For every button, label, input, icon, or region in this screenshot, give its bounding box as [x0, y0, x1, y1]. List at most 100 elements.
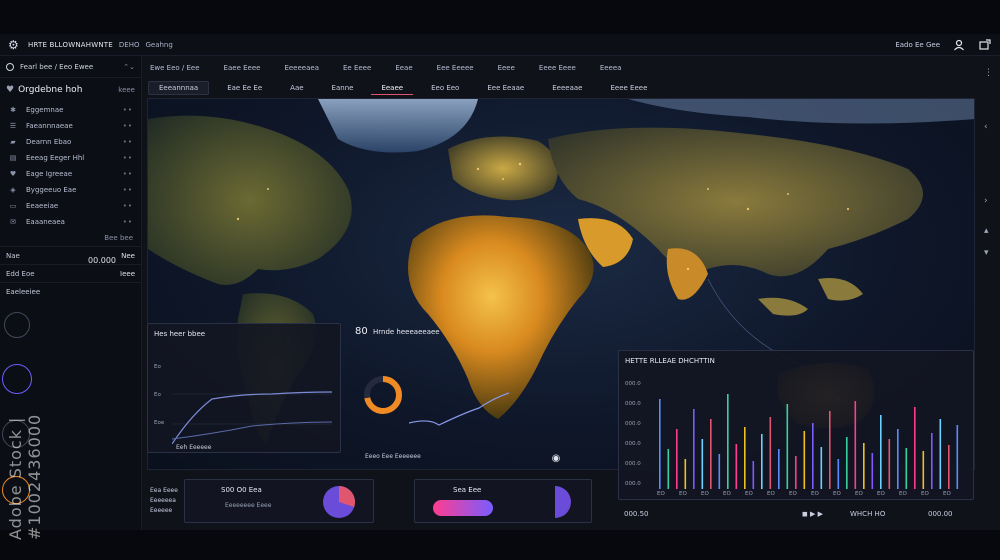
settings-icon[interactable]: ◉: [549, 451, 563, 465]
sidebar-item-label: Eage Igreeae: [26, 170, 73, 178]
tab[interactable]: Eaee Eeee: [224, 64, 261, 72]
watermark: Adobe Stock | #1002436000: [6, 413, 44, 540]
arctic-ice: [628, 99, 974, 124]
sidebar-header-label: Fearl bee / Eeo Ewee: [20, 62, 94, 71]
chevron-right-icon[interactable]: ›: [984, 196, 998, 210]
x-tick: EO: [767, 491, 775, 497]
sidebar-item[interactable]: ☰ Faeannnaeae ••: [0, 118, 141, 134]
more-icon[interactable]: ••: [123, 218, 133, 226]
gear-logo-icon[interactable]: ⚙: [8, 38, 22, 52]
settings-icon: ✱: [10, 106, 16, 114]
card-icon: ▭: [9, 202, 17, 210]
sub-tab[interactable]: Eeee Eeee: [600, 81, 657, 95]
sidebar-item[interactable]: ▤ Eeeag Eeger Hhl ••: [0, 150, 141, 166]
x-tick: EO: [899, 491, 907, 497]
x-tick: EO: [789, 491, 797, 497]
tab[interactable]: Eeeeeaea: [284, 64, 319, 72]
y-tick: Eoe: [154, 420, 165, 426]
more-icon[interactable]: ••: [123, 186, 133, 194]
tab[interactable]: Eeae: [395, 64, 412, 72]
sidebar-item-label: Eeeag Eeger Hhl: [26, 154, 85, 162]
collapse-icon[interactable]: ⌃⌄: [123, 63, 135, 71]
bar: [769, 417, 772, 489]
sub-tab[interactable]: Eeeeaae: [542, 81, 592, 95]
bar: [735, 444, 738, 489]
app-subtitle[interactable]: DEHO: [119, 41, 140, 49]
bar: [727, 394, 729, 489]
row3-left: Eaeleeiee: [6, 287, 41, 296]
sidebar-footer-link[interactable]: Bee bee: [0, 230, 141, 246]
sidebar-item[interactable]: ▰ Dearnn Ebao ••: [0, 134, 141, 150]
bar: [922, 451, 925, 489]
chevron-down-icon[interactable]: ▾: [984, 248, 998, 262]
sidebar-row-1[interactable]: Nae Nee: [0, 246, 141, 264]
more-icon[interactable]: ••: [123, 154, 133, 162]
tab[interactable]: Eee Eeeee: [437, 64, 474, 72]
share-icon[interactable]: [978, 38, 992, 52]
sidebar-item-label: Eggemnae: [26, 106, 64, 114]
x-tick: EO: [811, 491, 819, 497]
sub-tab[interactable]: Eanne: [322, 81, 364, 95]
sidebar-item-label: Eeaeeiae: [26, 202, 59, 210]
user-icon[interactable]: [952, 38, 966, 52]
more-icon[interactable]: ••: [123, 170, 133, 178]
bars-footer-left: 000.50: [624, 510, 649, 518]
more-icon[interactable]: ••: [123, 106, 133, 114]
chevron-icon: ♥: [6, 85, 15, 95]
mini-panel-1[interactable]: S00 O0 Eea Eeeeeeee Eeee: [184, 479, 374, 523]
sidebar-item-label: Dearnn Ebao: [26, 138, 72, 146]
sidebar-item[interactable]: ▭ Eeaeeiae ••: [0, 198, 141, 214]
bar: [710, 419, 712, 489]
sidebar-item[interactable]: ✉ Eaaaneaea ••: [0, 214, 141, 230]
sub-tab[interactable]: Aae: [280, 81, 313, 95]
bar: [803, 431, 806, 489]
heart-icon: ♥: [9, 170, 17, 178]
list-icon: ☰: [9, 122, 17, 130]
x-tick: EO: [877, 491, 885, 497]
y-tick: 000.0: [625, 401, 641, 407]
more-icon[interactable]: ••: [123, 122, 133, 130]
se-asia-islands: [818, 278, 863, 301]
x-tick: EO: [679, 491, 687, 497]
chevron-left-icon[interactable]: ‹: [984, 122, 998, 136]
sidebar-title: ♥ Orgdebne hoh keee: [0, 78, 141, 102]
app-subtitle-2[interactable]: Geahng: [145, 41, 172, 49]
tab[interactable]: Eeee Eeee: [539, 64, 576, 72]
sub-tab[interactable]: Eeeannnaa: [148, 81, 210, 95]
sub-tab[interactable]: Eee Eeaae: [477, 81, 534, 95]
more-icon[interactable]: ⋮: [984, 68, 998, 82]
tab[interactable]: Eeeea: [600, 64, 622, 72]
chevron-up-icon[interactable]: ▴: [984, 226, 998, 240]
bar: [778, 449, 780, 489]
y-tick: 000.0: [625, 421, 641, 427]
row1-left: Nae: [6, 251, 20, 260]
tab[interactable]: Eeee: [498, 64, 515, 72]
gradient-pill[interactable]: [433, 500, 493, 516]
mini1-line: Eeeeeeee Eeee: [225, 502, 272, 509]
sidebar-item[interactable]: ♥ Eage Igreeae ••: [0, 166, 141, 182]
y-tick: 000.0: [625, 461, 641, 467]
sub-tab[interactable]: Eae Ee Ee: [217, 81, 272, 95]
tab[interactable]: Ewe Eeo / Eee: [150, 64, 200, 72]
bar: [837, 459, 840, 489]
mini2-title: Sea Eee: [453, 486, 482, 494]
sidebar-title-right[interactable]: keee: [118, 86, 135, 94]
donut-big-number: 80: [355, 326, 368, 337]
play-icon[interactable]: ◼ ▶ ▶: [802, 510, 823, 518]
more-icon[interactable]: ••: [123, 138, 133, 146]
more-icon[interactable]: ••: [123, 202, 133, 210]
mini-panel-2[interactable]: Sea Eee: [414, 479, 592, 523]
tab[interactable]: Ee Eeee: [343, 64, 371, 72]
sidebar-item[interactable]: ◈ Byggeeuo Eae ••: [0, 182, 141, 198]
bar: [871, 453, 874, 489]
left-label: Eeeeeea: [150, 497, 176, 504]
bar: [684, 459, 687, 489]
mini1-pie: [323, 486, 356, 518]
sub-tab[interactable]: Eeaee: [371, 81, 414, 95]
bar: [948, 445, 950, 489]
sub-tab[interactable]: Eeo Eeo: [421, 81, 469, 95]
sidebar-row-2[interactable]: Edd Eoe Ieee: [0, 264, 141, 282]
mail-icon: ✉: [10, 218, 16, 226]
sidebar-item[interactable]: ✱ Eggemnae ••: [0, 102, 141, 118]
bars-title: HETTE RLLEAE DHCHTTIN: [625, 357, 715, 365]
